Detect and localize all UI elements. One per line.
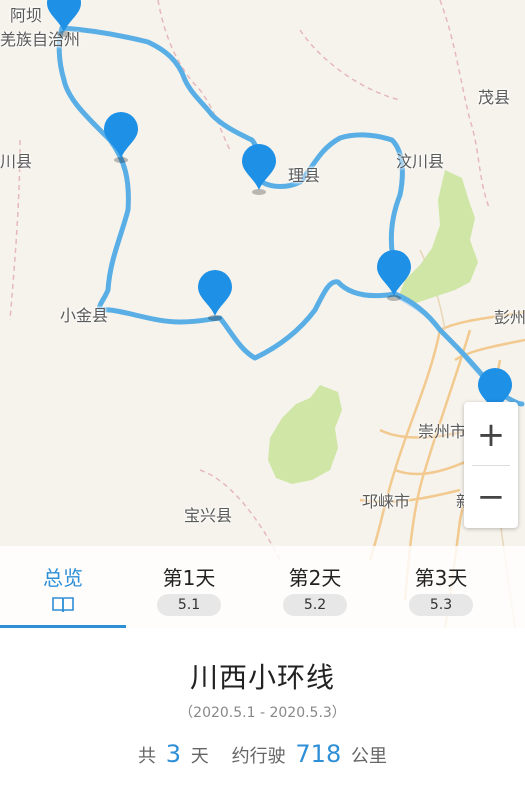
place-label-chongzhou: 崇州市: [418, 422, 467, 441]
trip-stats: 共 3 天 约行驶 718 公里: [0, 740, 525, 768]
tab-day-1[interactable]: 第1天 5.1: [126, 546, 252, 628]
place-label-mao: 茂县: [478, 88, 511, 107]
tab-day-1-date: 5.1: [157, 594, 221, 616]
map-pin-icon[interactable]: [375, 250, 413, 302]
tab-day-2[interactable]: 第2天 5.2: [252, 546, 378, 628]
day-tabs: 总览 第1天 5.1 第2天 5.2 第3天 5.3: [0, 546, 525, 628]
days-unit: 天: [190, 746, 209, 767]
place-label-chuan: 川县: [0, 152, 33, 171]
trip-dates: （2020.5.1 - 2020.5.3）: [179, 705, 346, 721]
map-pin-icon[interactable]: [102, 112, 140, 164]
place-label-baoxing: 宝兴县: [184, 506, 233, 525]
trip-title: 川西小环线: [189, 661, 335, 694]
place-label-xiaojin: 小金县: [60, 306, 109, 325]
tab-overview-label: 总览: [43, 566, 83, 590]
distance-value: 718: [295, 740, 342, 768]
trip-summary-panel: 川西小环线 （2020.5.1 - 2020.5.3） 共 3 天 约行驶 71…: [0, 628, 525, 788]
tab-day-2-date: 5.2: [283, 594, 347, 616]
place-label-qionglai: 邛崃市: [362, 492, 411, 511]
map-pin-icon[interactable]: [240, 144, 278, 196]
zoom-in-button[interactable]: +: [464, 404, 518, 466]
route-map[interactable]: 阿坝 羌族自治州 茂县 川县 理县 汶川县 小金县 彭州 崇州市 邛崃市 宝兴县…: [0, 0, 525, 628]
place-label-aba: 阿坝: [10, 6, 43, 25]
map-pin-icon[interactable]: [196, 270, 234, 322]
place-label-li: 理县: [288, 166, 321, 185]
place-label-wenchuan: 汶川县: [396, 152, 445, 171]
tab-day-3[interactable]: 第3天 5.3: [378, 546, 504, 628]
tab-day-2-label: 第2天: [288, 566, 342, 590]
tab-day-3-date: 5.3: [409, 594, 473, 616]
tab-day-3-label: 第3天: [414, 566, 468, 590]
tab-day-1-label: 第1天: [162, 566, 216, 590]
distance-unit: 公里: [350, 746, 387, 767]
zoom-out-button[interactable]: −: [464, 466, 518, 528]
tab-overview[interactable]: 总览: [0, 546, 126, 628]
days-prefix: 共: [138, 746, 157, 767]
book-icon: [52, 597, 74, 612]
zoom-control: + −: [464, 402, 518, 528]
map-pin-icon[interactable]: [45, 0, 83, 38]
days-count: 3: [165, 740, 182, 768]
place-label-pengzhou: 彭州: [494, 308, 525, 327]
distance-prefix: 约行驶: [231, 746, 286, 767]
